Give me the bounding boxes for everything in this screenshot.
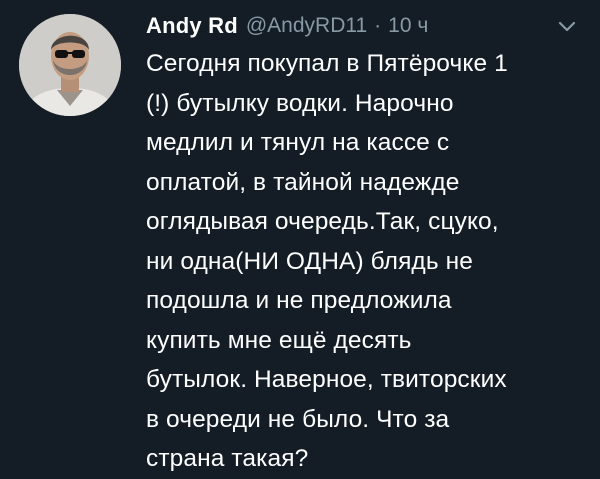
tweet-menu-button[interactable] [556, 16, 578, 38]
separator-dot: · [374, 14, 382, 37]
display-name[interactable]: Andy Rd [146, 13, 238, 39]
tweet-text: Сегодня покупал в Пятёрочке 1 (!) бутылк… [146, 50, 508, 472]
avatar[interactable] [19, 14, 121, 116]
timestamp[interactable]: 10 ч [388, 14, 428, 38]
tweet: Andy Rd @AndyRD11 · 10 ч Сегодня покупал… [0, 0, 600, 472]
user-handle[interactable]: @AndyRD11 [246, 14, 367, 38]
user-avatar-photo-icon [19, 14, 121, 116]
chevron-down-icon [558, 21, 576, 32]
tweet-header: Andy Rd @AndyRD11 · 10 ч [146, 8, 428, 44]
